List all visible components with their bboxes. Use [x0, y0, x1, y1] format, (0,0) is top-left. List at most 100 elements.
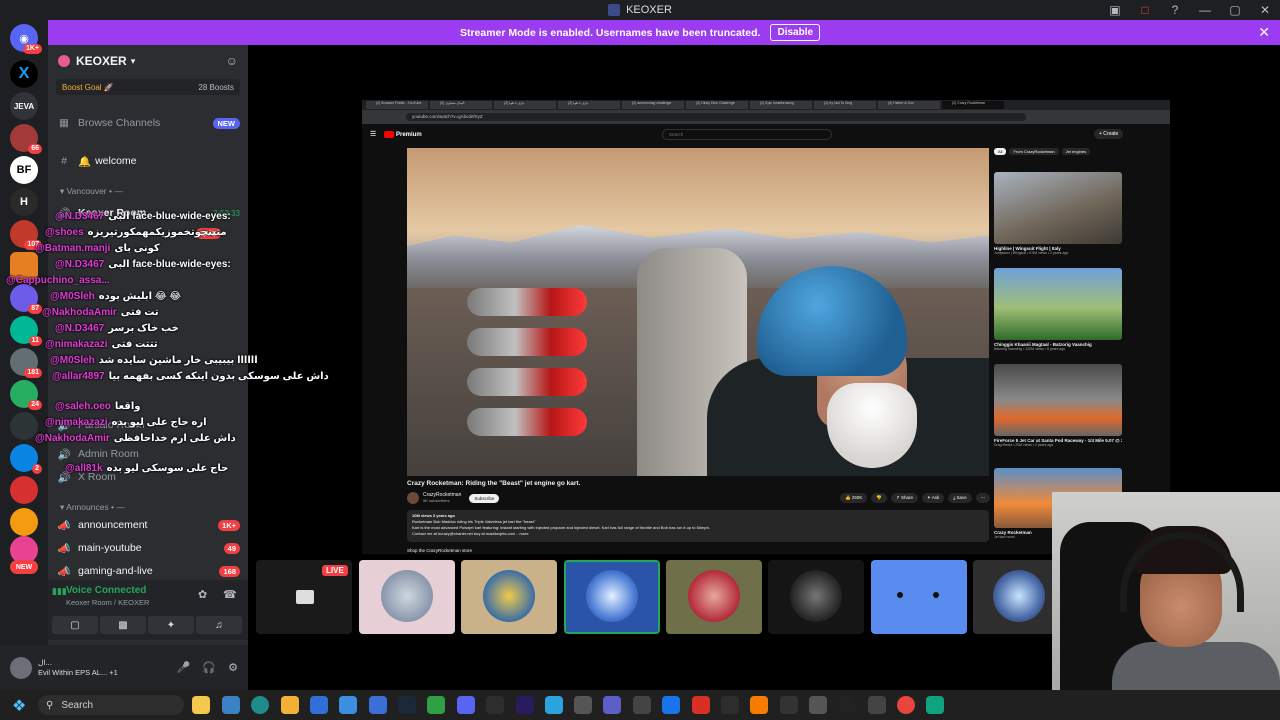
channel-avatar[interactable] — [407, 492, 419, 504]
server-icon[interactable]: BF — [10, 156, 38, 184]
room-x[interactable]: 🔊 X Room — [56, 467, 240, 487]
browser-tab[interactable]: (2) بازی با هوا — [558, 101, 620, 109]
url-field[interactable]: youtube.com/watch?v=gAbcdefXyZ — [406, 113, 1026, 121]
create-button[interactable]: + Create — [1094, 129, 1124, 139]
ask-button[interactable]: ✦ Ask — [922, 493, 945, 503]
browser-tab[interactable]: (2) Father & Son — [878, 101, 940, 109]
edge-icon[interactable] — [251, 696, 269, 714]
help-icon[interactable]: ? — [1160, 3, 1190, 17]
room-parsalo[interactable]: 🔊 Parsalo Room — [56, 415, 240, 435]
server-icon[interactable]: 2 — [10, 444, 42, 474]
browser-tab[interactable]: (2) Browser Fiddle - YouTube — [366, 101, 428, 109]
youtube-search-input[interactable]: Search — [662, 129, 832, 140]
file-explorer-icon[interactable] — [192, 696, 210, 714]
noise-suppression-icon[interactable]: ✿ — [198, 588, 207, 601]
browser-tab[interactable]: (2) Dinky Dink Challenge — [686, 101, 748, 109]
server-icon[interactable]: 107 — [10, 220, 42, 250]
maps-icon[interactable] — [692, 696, 710, 714]
guild-header[interactable]: KEOXER ▾ ☺ — [48, 45, 248, 77]
participant-tile-speaking[interactable] — [564, 560, 660, 634]
channel-welcome[interactable]: # 🔔 welcome — [56, 151, 240, 171]
boost-goal-bar[interactable]: Boost Goal 🚀 28 Boosts — [56, 79, 240, 95]
browser-tab[interactable]: (2) البیان مساوی — [430, 101, 492, 109]
channel-info[interactable]: CrazyRocketman 5K subscribers — [423, 492, 461, 504]
category-vancouver[interactable]: ▾ Vancouver • — — [60, 186, 123, 197]
disable-streamer-mode-button[interactable]: Disable — [770, 24, 821, 41]
dislike-button[interactable]: 👎 — [871, 493, 887, 503]
taskbar-search[interactable]: ⚲ Search — [38, 695, 184, 715]
user-info[interactable]: ال... Evil Within EPS AL... +1 — [38, 658, 118, 678]
chip-jet-engines[interactable]: Jet engines — [1061, 148, 1091, 155]
app-icon[interactable] — [750, 696, 768, 714]
teams-icon[interactable] — [603, 696, 621, 714]
server-icon[interactable]: 24 — [10, 380, 42, 410]
store-link[interactable]: Shop the CrazyRocketman store — [407, 548, 472, 553]
app-icon[interactable] — [369, 696, 387, 714]
participant-tile[interactable] — [461, 560, 557, 634]
voice-channel-keoxer-room[interactable]: 🔊 Keoxer Room 2:53:33 — [56, 203, 240, 223]
folder-icon[interactable] — [281, 696, 299, 714]
minimize-button[interactable]: — — [1190, 3, 1220, 17]
suggested-video[interactable]: Highline | Wingsuit Flight | Italy Jumpw… — [994, 172, 1122, 255]
server-icon[interactable]: 87 — [10, 284, 42, 314]
store-icon[interactable] — [310, 696, 328, 714]
channel-main-youtube[interactable]: 📣 main-youtube 49 — [56, 538, 240, 558]
app-icon[interactable] — [486, 696, 504, 714]
suggested-video[interactable]: Chinggis Khaanii Magtaal - Batzorig Vaan… — [994, 268, 1122, 351]
participant-tile[interactable] — [359, 560, 455, 634]
microphone-icon[interactable]: 🎤 — [177, 661, 191, 674]
headphones-icon[interactable]: 🎧 — [202, 661, 216, 674]
app-icon[interactable] — [721, 696, 739, 714]
browser-tab[interactable]: (2) Crazy Rocketman — [942, 101, 1004, 109]
browser-tab[interactable]: (2) anonimmsg challenge — [622, 101, 684, 109]
settings-icon[interactable] — [809, 696, 827, 714]
telegram-icon[interactable] — [545, 696, 563, 714]
video-player[interactable] — [407, 148, 989, 476]
server-icon[interactable] — [10, 412, 38, 440]
browse-channels[interactable]: ▦ Browse Channels NEW — [56, 113, 240, 133]
disconnect-icon[interactable]: ☎ — [223, 588, 237, 601]
video-description[interactable]: 10M views 3 years ago Rocketman Bob Madd… — [407, 510, 989, 542]
youtube-logo[interactable]: Premium — [384, 131, 422, 138]
screen-icon[interactable]: □ — [1130, 3, 1160, 17]
chip-all[interactable]: All — [994, 148, 1007, 155]
voice-location[interactable]: Keoxer Room / KEOXER — [66, 598, 149, 607]
activities-button[interactable]: ✦ — [148, 616, 194, 634]
terminal-icon[interactable] — [780, 696, 798, 714]
save-button[interactable]: ⤓ Save — [948, 493, 972, 503]
browser-tab[interactable]: (2) try Not To Sing — [814, 101, 876, 109]
room-admin[interactable]: 🔊 Admin Room — [56, 444, 240, 464]
browser-tab[interactable]: (2) بازی با هوا — [494, 101, 556, 109]
participant-tile[interactable] — [666, 560, 762, 634]
participant-tile[interactable] — [871, 560, 967, 634]
close-banner-icon[interactable]: ✕ — [1258, 24, 1270, 41]
camera-off-button[interactable]: ▢ — [52, 616, 98, 634]
media-player-icon[interactable] — [838, 696, 856, 714]
menu-icon[interactable]: ☰ — [370, 130, 376, 138]
server-icon[interactable]: 66 — [10, 124, 42, 154]
app-icon[interactable] — [868, 696, 886, 714]
app-icon[interactable] — [633, 696, 651, 714]
chrome-icon[interactable] — [897, 696, 915, 714]
channel-announcement[interactable]: 📣 announcement 1K+ — [56, 515, 240, 535]
app-icon[interactable] — [662, 696, 680, 714]
chip-from-channel[interactable]: From CrazyRocketman — [1009, 148, 1059, 155]
premiere-icon[interactable] — [516, 696, 534, 714]
steam-icon[interactable] — [398, 696, 416, 714]
server-icon[interactable]: JEVA — [10, 92, 38, 120]
server-icon[interactable]: ◉ 1K+ — [10, 24, 42, 54]
like-button[interactable]: 👍 260K — [840, 493, 868, 503]
browser-tab[interactable]: (2) Epic Instathrowing — [750, 101, 812, 109]
screen-share-button[interactable]: ▩ — [100, 616, 146, 634]
more-button[interactable]: ⋯ — [975, 493, 991, 503]
photos-icon[interactable] — [339, 696, 357, 714]
maximize-button[interactable]: ▢ — [1220, 3, 1250, 17]
task-view-icon[interactable] — [222, 696, 240, 714]
discord-icon[interactable] — [457, 696, 475, 714]
participant-tile[interactable] — [768, 560, 864, 634]
suggested-video[interactable]: FireForce 5 Jet Car at Santa Pod Raceway… — [994, 364, 1122, 447]
new-server-badge[interactable]: NEW — [10, 560, 38, 574]
invite-people-icon[interactable]: ☺ — [226, 54, 238, 68]
participant-tile[interactable] — [973, 560, 1056, 634]
channel-gaming-and-live[interactable]: 📣 gaming-and-live 168 — [56, 561, 240, 581]
